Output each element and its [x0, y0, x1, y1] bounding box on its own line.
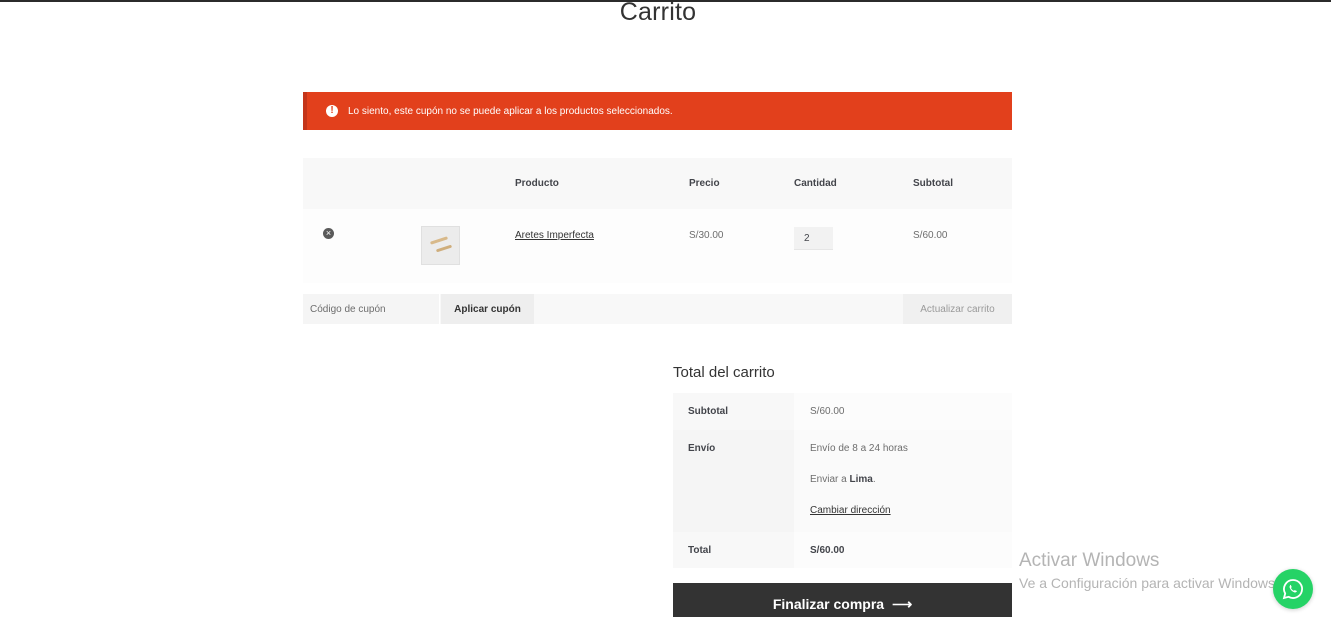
cart-totals-table: Subtotal S/60.00 Envío Envío de 8 a 24 h…: [673, 393, 1012, 568]
cart-table: Producto Precio Cantidad Subtotal × Aret…: [303, 158, 1012, 283]
arrow-right-icon: ⟶: [892, 596, 913, 612]
header-product: Producto: [515, 178, 559, 189]
header-subtotal: Subtotal: [913, 178, 953, 189]
coupon-code-input[interactable]: [303, 294, 440, 324]
totals-row-total: Total S/60.00: [673, 532, 1012, 568]
watermark-title: Activar Windows: [1019, 550, 1160, 571]
product-price: S/30.00: [689, 230, 724, 241]
error-notice: ! Lo siento, este cupón no se puede apli…: [303, 92, 1012, 130]
ship-to-city: Lima: [849, 474, 873, 485]
subtotal-label: Subtotal: [688, 406, 728, 417]
remove-item-icon[interactable]: ×: [323, 228, 334, 239]
header-quantity: Cantidad: [794, 178, 837, 189]
whatsapp-button[interactable]: [1273, 569, 1313, 609]
update-cart-button[interactable]: Actualizar carrito: [903, 294, 1012, 324]
table-row: × Aretes Imperfecta S/30.00 S/60.00: [303, 209, 1012, 283]
error-notice-text: Lo siento, este cupón no se puede aplica…: [348, 105, 673, 117]
total-label: Total: [688, 545, 712, 556]
checkout-label: Finalizar compra: [772, 596, 885, 612]
ship-to-text: Enviar a Lima.: [810, 474, 876, 485]
total-value: S/60.00: [794, 532, 1012, 568]
shipping-details: Envío de 8 a 24 horas Enviar a Lima. Cam…: [794, 430, 1012, 532]
shipping-label: Envío: [688, 443, 716, 454]
quantity-input[interactable]: [794, 227, 833, 250]
watermark-subtitle: Ve a Configuración para activar Windows.: [1019, 575, 1279, 591]
cart-table-header: Producto Precio Cantidad Subtotal: [303, 158, 1012, 209]
change-address-link[interactable]: Cambiar dirección: [810, 505, 891, 516]
checkout-button[interactable]: Finalizar compra ⟶: [673, 583, 1012, 617]
page-title: Carrito: [619, 0, 697, 26]
error-icon: !: [326, 105, 338, 117]
product-name-link[interactable]: Aretes Imperfecta: [515, 230, 594, 241]
whatsapp-icon: [1282, 579, 1303, 600]
windows-activation-watermark: Activar Windows Ve a Configuración para …: [1019, 550, 1279, 591]
apply-coupon-button[interactable]: Aplicar cupón: [441, 294, 534, 324]
cart-totals-title: Total del carrito: [673, 364, 775, 381]
totals-row-subtotal: Subtotal S/60.00: [673, 393, 1012, 430]
subtotal-value: S/60.00: [794, 393, 1012, 430]
cart-actions: Aplicar cupón Actualizar carrito: [303, 294, 1012, 324]
product-subtotal: S/60.00: [913, 230, 948, 241]
totals-row-shipping: Envío Envío de 8 a 24 horas Enviar a Lim…: [673, 430, 1012, 532]
shipping-method: Envío de 8 a 24 horas: [810, 443, 908, 454]
product-thumbnail[interactable]: [421, 226, 460, 265]
header-price: Precio: [689, 178, 720, 189]
